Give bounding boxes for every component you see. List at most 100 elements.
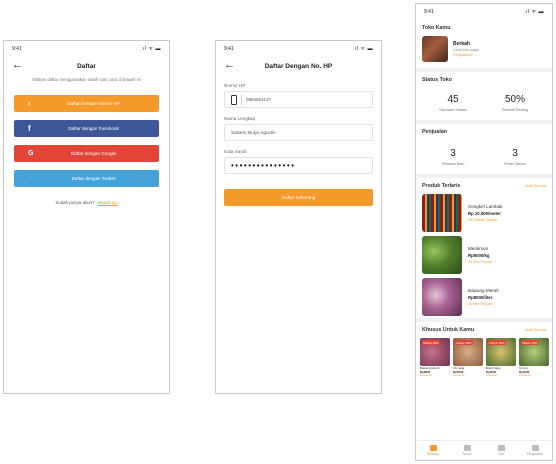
- card-sold: Terjual 15: [453, 374, 465, 377]
- card-sold: Terjual 12: [519, 374, 531, 377]
- page-title: Daftar Dengan No. HP: [264, 62, 333, 70]
- special-card[interactable]: Diskon 20% Bawang Merah Rp8000 Terjual 2…: [420, 338, 450, 378]
- phone-value: 0894563137: [246, 97, 272, 102]
- nav-bar: ← Daftar Dengan No. HP: [216, 57, 381, 75]
- back-arrow-icon[interactable]: ←: [12, 59, 23, 71]
- special-cards: Diskon 20% Bawang Merah Rp8000 Terjual 2…: [416, 336, 552, 378]
- register-phone-screen: 9:41 .ıl ᯤ ▬ ← Daftar Dengan No. HP Nomo…: [215, 40, 382, 394]
- tab-home[interactable]: Beranda: [416, 441, 450, 460]
- product-price: Rp 10.000/meter: [468, 211, 501, 216]
- page-title: Daftar: [77, 62, 96, 70]
- card-image: Diskon 20%: [453, 338, 483, 366]
- stat-label: Pesan Masuk: [504, 162, 526, 166]
- field-separator: [241, 94, 242, 105]
- special-see-all-link[interactable]: Lihat Semua: [525, 328, 546, 332]
- name-label: Nama Lengkap: [224, 116, 256, 121]
- tab-label: Toko: [497, 452, 505, 457]
- product-image: [422, 236, 462, 274]
- store-card[interactable]: Berkah Lihat toko saya Pengaturan: [416, 34, 552, 68]
- phone-icon: [231, 94, 237, 105]
- popular-header: Produk Terlaris Lihat Semua: [416, 178, 552, 192]
- tab-products[interactable]: Produk: [450, 441, 484, 460]
- stat-label: Pembeli Senang: [501, 108, 529, 112]
- status-time: 9:41: [224, 46, 234, 52]
- popular-section-title: Produk Terlaris: [422, 183, 461, 189]
- name-value: Sukarni Mulyo Agustin: [231, 130, 276, 135]
- name-field[interactable]: Sukarni Mulyo Agustin: [224, 124, 373, 141]
- card-sold: Terjual 20: [420, 374, 432, 377]
- register-phone-button[interactable]: ▯ Daftar Dengan Nomor HP: [14, 95, 159, 112]
- stat-label: Transaksi Sukses: [438, 108, 468, 112]
- tab-settings[interactable]: Pengaturan: [518, 441, 552, 460]
- tab-store[interactable]: Toko: [484, 441, 518, 460]
- password-value: •••••••••••••••: [231, 161, 296, 170]
- discount-badge: Diskon 20%: [422, 340, 440, 345]
- store-stats: 45 Transaksi Sukses 50% Pembeli Senang: [416, 86, 552, 120]
- stat-new-orders[interactable]: 3 Pesanan Baru: [422, 140, 484, 166]
- store-sub[interactable]: Lihat toko saya: [453, 48, 479, 52]
- settings-icon: [531, 444, 539, 451]
- special-card[interactable]: Diskon 20% Buah Naga Rp9000 Terjual 10: [486, 338, 516, 378]
- status-icons: .ıl ᯤ ▬: [524, 9, 544, 15]
- login-prompt: Sudah punya akun? Masuk aja: [4, 200, 169, 205]
- button-label: Daftar dengan Twitter: [71, 176, 116, 181]
- product-price: Rp8000/liter: [468, 295, 493, 300]
- card-image: Diskon 20%: [486, 338, 516, 366]
- store-settings-link[interactable]: Pengaturan: [453, 53, 479, 57]
- tab-label: Pengaturan: [526, 452, 544, 457]
- phone-field[interactable]: 0894563137: [224, 91, 373, 108]
- home-icon: [429, 444, 437, 451]
- login-link[interactable]: Masuk aja: [98, 200, 118, 205]
- store-section-title: Toko Kamu: [422, 25, 451, 31]
- button-label: Daftar dengan Facebook: [68, 126, 119, 131]
- product-name: Songket Lambak: [468, 204, 503, 209]
- stat-value: 45: [447, 94, 459, 105]
- bottom-tab-bar: Beranda Produk Toko Pengaturan: [416, 440, 552, 460]
- discount-badge: Diskon 20%: [455, 340, 473, 345]
- stat-value: 3: [512, 148, 518, 159]
- store-name: Berkah: [453, 41, 470, 47]
- popular-see-all-link[interactable]: Lihat Semua: [525, 184, 546, 188]
- facebook-icon: f: [28, 124, 31, 133]
- register-google-button[interactable]: G Daftar dengan Google: [14, 145, 159, 162]
- product-icon: [463, 444, 471, 451]
- discount-badge: Diskon 20%: [488, 340, 506, 345]
- status-icons: .ıl ᯤ ▬: [353, 46, 373, 52]
- register-subtitle: Silakan daftar menggunakan salah satu ca…: [32, 77, 141, 82]
- back-arrow-icon[interactable]: ←: [224, 59, 235, 71]
- stat-value: 50%: [504, 94, 525, 105]
- card-image: Diskon 20%: [519, 338, 549, 366]
- product-item[interactable]: Mentimun Rp5000/kg 29 Kilo Terjual: [416, 234, 552, 276]
- stat-messages[interactable]: 3 Pesan Masuk: [484, 140, 546, 166]
- status-bar: 9:41 .ıl ᯤ ▬: [216, 41, 381, 57]
- product-item[interactable]: Songket Lambak Rp 10.000/meter 250 Meter…: [416, 192, 552, 234]
- product-name: Bawang Merah: [468, 288, 499, 293]
- stat-value: 3: [450, 148, 456, 159]
- google-icon: G: [28, 150, 34, 157]
- nav-bar: ← Daftar: [4, 57, 169, 75]
- status-time: 9:41: [12, 46, 22, 52]
- discount-badge: Diskon 20%: [521, 340, 539, 345]
- store-dashboard-screen: 9:41 .ıl ᯤ ▬ Toko Kamu Berkah Lihat toko…: [415, 3, 553, 461]
- product-name: Mentimun: [468, 246, 489, 251]
- store-icon: [497, 444, 505, 451]
- product-image: [422, 278, 462, 316]
- register-submit-button[interactable]: Daftar Sekarang: [224, 189, 373, 206]
- store-avatar: [422, 36, 448, 62]
- button-label: Daftar Sekarang: [281, 195, 316, 200]
- button-label: Daftar dengan Google: [70, 151, 117, 156]
- password-field[interactable]: •••••••••••••••: [224, 157, 373, 174]
- register-twitter-button[interactable]: 🐦 Daftar dengan Twitter: [14, 170, 159, 187]
- password-label: Kata Sandi: [224, 149, 247, 154]
- register-facebook-button[interactable]: f Daftar dengan Facebook: [14, 120, 159, 137]
- sales-section-title: Penjualan: [422, 129, 448, 135]
- status-bar: 9:41 .ıl ᯤ ▬: [416, 4, 552, 20]
- product-sold: 50 liter Terjual: [468, 302, 492, 306]
- phone-label: Nomor HP: [224, 83, 246, 88]
- status-bar: 9:41 .ıl ᯤ ▬: [4, 41, 169, 57]
- special-card[interactable]: Diskon 20% Ubi Jalar Rp5000 Terjual 15: [453, 338, 483, 378]
- product-sold: 250 Meter Terjual: [468, 218, 498, 222]
- special-card[interactable]: Diskon 20% Terong Rp4000 Terjual 12: [519, 338, 549, 378]
- card-image: Diskon 20%: [420, 338, 450, 366]
- product-item[interactable]: Bawang Merah Rp8000/liter 50 liter Terju…: [416, 276, 552, 318]
